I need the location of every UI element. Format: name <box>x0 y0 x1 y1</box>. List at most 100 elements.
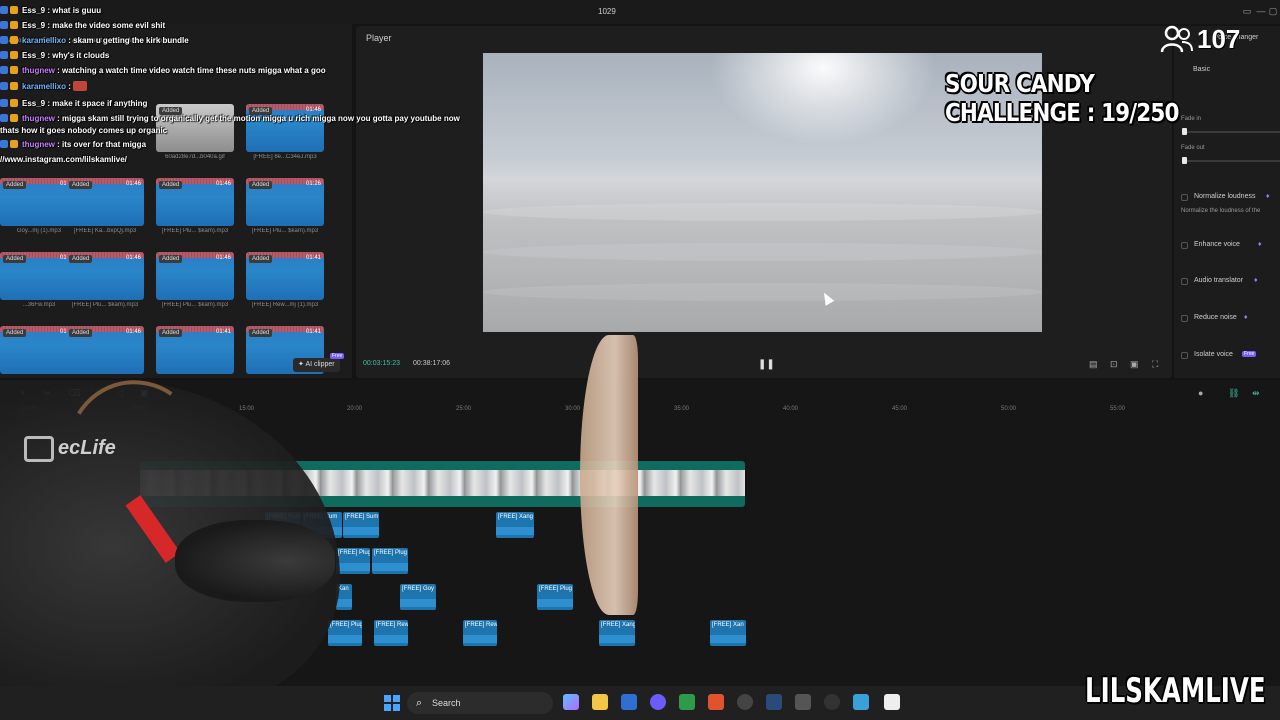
chat-username: karamellixo <box>22 36 67 45</box>
waveform <box>599 635 635 643</box>
clip-label: [FREE] Rew <box>376 622 408 628</box>
media-item[interactable]: Added 01:46 [FREE] Plu... $kam).mp3 <box>156 252 234 310</box>
media-item[interactable]: Added 01:41 <box>246 326 324 384</box>
media-item[interactable]: Added 01:41 [FREE] Rew...mj (1).mp3 <box>246 252 324 310</box>
audio-clip[interactable]: [FREE] Sum <box>343 512 379 538</box>
taskbar-search[interactable] <box>407 692 553 714</box>
waveform <box>372 563 408 571</box>
ruler-tick: 40:00 <box>783 406 799 412</box>
chat-username: thugnew <box>22 140 55 149</box>
maximize-icon[interactable]: ▢ <box>1268 6 1278 16</box>
media-filename: [FREE] 8e...C34eJ.mp3 <box>253 154 317 160</box>
pro-gem-icon: ♦ <box>1266 193 1270 200</box>
reduce-noise-checkbox[interactable] <box>1181 315 1188 322</box>
enhance-checkbox[interactable] <box>1181 242 1188 249</box>
normalize-checkbox[interactable] <box>1181 194 1188 201</box>
chat-username: karamellixo <box>22 82 67 91</box>
audio-clip[interactable]: [FREE] Xang <box>599 620 635 646</box>
ruler-tick: 45:00 <box>892 406 908 412</box>
fade-out-knob[interactable] <box>1182 157 1187 164</box>
added-badge: Added <box>249 255 273 263</box>
media-item[interactable]: Added 01:46 [FREE] Plu... $kam).mp3 <box>66 252 144 310</box>
media-thumbnail: Added 01:46 <box>66 178 144 226</box>
ruler-tick: 25:00 <box>456 406 472 412</box>
isolate-free-badge: Free <box>1242 351 1257 357</box>
audio-clip[interactable]: [FREE] Plug <box>336 548 370 574</box>
ruler-tick: 35:00 <box>674 406 690 412</box>
capcut-icon[interactable] <box>884 694 900 710</box>
chat-badge-icon <box>10 82 18 90</box>
microphone-icon[interactable]: ● <box>1198 388 1203 398</box>
media-item[interactable]: Added 01:26 [FREE] Plu... $kam).mp3 <box>246 178 324 236</box>
media-item[interactable]: Added 60ad28e7d...b040a.gif <box>156 104 234 162</box>
steam-icon[interactable] <box>766 694 782 710</box>
audio-clip[interactable]: [FREE] Plug <box>537 584 573 610</box>
obs-icon[interactable] <box>737 694 753 710</box>
4k-app-icon[interactable] <box>824 694 840 710</box>
media-filename: [FREE] Ka...bxpQj.mp3 <box>73 228 137 234</box>
store-icon[interactable] <box>621 694 637 710</box>
clip-label: [FREE] Sum <box>345 514 379 520</box>
chat-text: : its over for that migga <box>54 140 147 149</box>
snap-icon[interactable]: ⇹ <box>1252 388 1260 399</box>
chat-message: Ess_9 : what is guuu <box>0 6 101 15</box>
chat-username: Ess_9 <box>22 6 46 15</box>
media-item[interactable]: Added 01:46 [FREE] 8e...C34eJ.mp3 <box>246 104 324 162</box>
media-filename: [FREE] Plu... $kam).mp3 <box>161 302 229 308</box>
audio-clip[interactable]: [FREE] Xan <box>710 620 746 646</box>
chat-badge-icon <box>0 51 8 59</box>
waveform <box>343 527 379 535</box>
media-item[interactable]: Added 01:46 <box>66 326 144 384</box>
chat-message: Ess_9 : make the video some evil shit <box>0 21 165 30</box>
file-explorer-icon[interactable] <box>592 694 608 710</box>
fullscreen-icon[interactable]: ⛶ <box>1152 359 1158 370</box>
search-label: Search <box>432 698 461 708</box>
added-badge: Added <box>159 255 183 263</box>
minimize-icon[interactable]: — <box>1256 6 1266 16</box>
chat-text: : what is guuu <box>45 6 102 15</box>
app-icon[interactable] <box>795 694 811 710</box>
discord-icon[interactable] <box>650 694 666 710</box>
media-item[interactable]: Added 01:46 [FREE] Ka...bxpQj.mp3 <box>66 178 144 236</box>
isolate-checkbox[interactable] <box>1181 352 1188 359</box>
chat-message: thugnew : watching a watch time video wa… <box>0 66 326 75</box>
pause-icon[interactable]: ❚❚ <box>758 359 775 370</box>
translator-checkbox[interactable] <box>1181 278 1188 285</box>
added-badge: Added <box>69 255 93 263</box>
chat-badge-icon <box>10 21 18 29</box>
total-time: 00:38:17:06 <box>413 360 450 367</box>
windows-start-icon[interactable] <box>384 695 400 711</box>
streamer-brand: LILSKAMLIVE <box>1085 671 1266 711</box>
media-item[interactable]: Added 01:46 [FREE] Plu... $kam).mp3 <box>156 178 234 236</box>
copilot-icon[interactable] <box>563 694 579 710</box>
audio-clip[interactable]: [FREE] Plug <box>372 548 408 574</box>
layout-view-icon[interactable]: ▣ <box>1130 359 1139 370</box>
zoom-icon[interactable]: ⊡ <box>1110 359 1118 370</box>
audio-clip[interactable]: [FREE] Goy <box>400 584 436 610</box>
media-filename: [FREE] Plu... $kam).mp3 <box>251 228 319 234</box>
chat-badge-icon <box>0 140 8 148</box>
chat-message: karamellixo : <box>0 81 88 91</box>
chat-badge-icon <box>10 36 18 44</box>
chat-text: : <box>66 82 74 91</box>
layout-icon[interactable]: ▭ <box>1242 6 1252 16</box>
chat-badge-icon <box>10 99 18 107</box>
chat-message: karamellixo : skam u getting the kirk bu… <box>0 36 189 45</box>
ruler-tick: 20:00 <box>347 406 363 412</box>
audio-clip[interactable]: [FREE] Rew <box>463 620 497 646</box>
fade-in-knob[interactable] <box>1182 128 1187 135</box>
notepad-icon[interactable] <box>853 694 869 710</box>
brave-icon[interactable] <box>708 694 724 710</box>
project-title: 1029 <box>598 7 616 16</box>
audio-clip[interactable]: [FREE] Xang <box>496 512 534 538</box>
media-item[interactable]: Added 01:41 <box>156 326 234 384</box>
ai-clipper-button[interactable]: ✦ AI clipper <box>293 358 340 372</box>
audio-clip[interactable]: [FREE] Rew <box>374 620 408 646</box>
chat-badge-icon <box>10 66 18 74</box>
fade-in-slider[interactable] <box>1182 131 1280 133</box>
chat-text: thats how it goes nobody comes up organi… <box>0 126 168 135</box>
ratio-icon[interactable]: ▤ <box>1089 359 1098 370</box>
app-icon[interactable] <box>679 694 695 710</box>
fade-out-slider[interactable] <box>1182 160 1280 162</box>
link-icon[interactable]: ⛓ <box>1228 388 1239 399</box>
